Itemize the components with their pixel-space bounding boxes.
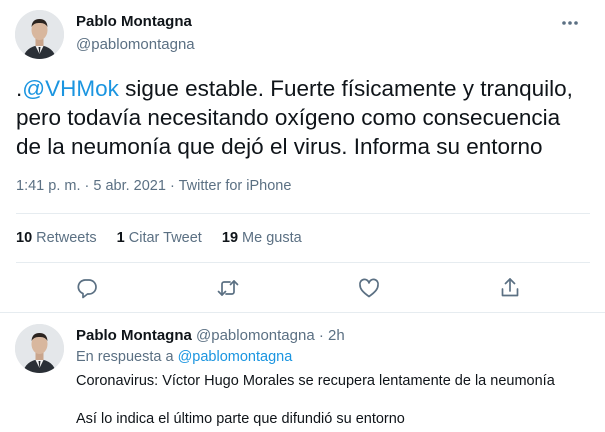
reply-context: En respuesta a @pablomontagna [76, 349, 292, 365]
avatar[interactable] [15, 10, 64, 59]
mention-link[interactable]: @VHMok [22, 76, 119, 101]
tweet-time[interactable]: 1:41 p. m. [16, 178, 80, 194]
likes-count: 19 [221, 230, 239, 246]
main-tweet: Pablo Montagna @pablomontagna .@VHMok si… [0, 0, 605, 313]
avatar[interactable] [15, 324, 64, 373]
tweet-text-line2: pero todavía necesitando oxígeno como co… [16, 105, 561, 130]
more-icon[interactable] [560, 13, 580, 33]
avatar-photo [15, 324, 64, 373]
heart-icon[interactable] [357, 276, 381, 300]
reply-icon[interactable] [75, 276, 99, 300]
author-handle[interactable]: @pablomontagna [196, 327, 315, 344]
divider [16, 213, 590, 214]
tweet-stats: 10 Retweets 1 Citar Tweet 19 Me gusta [16, 230, 318, 246]
tweet-date[interactable]: 5 abr. 2021 [93, 178, 166, 194]
tweet-age[interactable]: 2h [328, 327, 345, 344]
tweet-source[interactable]: Twitter for iPhone [179, 178, 292, 194]
author-name[interactable]: Pablo Montagna [76, 13, 192, 30]
reply-text-line2: Así lo indica el último parte que difund… [76, 411, 405, 427]
retweets-stat[interactable]: 10 Retweets [16, 230, 97, 246]
likes-stat[interactable]: 19 Me gusta [222, 230, 302, 246]
tweet-text-line1: sigue estable. Fuerte físicamente y tran… [118, 76, 573, 101]
retweets-count: 10 [16, 230, 33, 246]
author-name[interactable]: Pablo Montagna [76, 327, 192, 344]
reply-header: Pablo Montagna @pablomontagna · 2h [76, 327, 345, 344]
tweet-text-line3: de la neumonía que dejó el virus. Inform… [16, 134, 543, 159]
reply-to-link[interactable]: @pablomontagna [178, 349, 293, 365]
quotes-label: Citar Tweet [128, 230, 202, 246]
tweet-text: .@VHMok sigue estable. Fuerte físicament… [16, 74, 596, 161]
author-handle[interactable]: @pablomontagna [76, 36, 195, 53]
likes-label: Me gusta [242, 230, 302, 246]
reply-text-line1: Coronavirus: Víctor Hugo Morales se recu… [76, 373, 555, 389]
retweets-label: Retweets [36, 230, 97, 246]
reply-to-label: En respuesta a [76, 349, 174, 365]
quotes-count: 1 [116, 230, 125, 246]
header-separator: · [314, 327, 329, 344]
retweet-icon[interactable] [216, 276, 240, 300]
quotes-stat[interactable]: 1 Citar Tweet [117, 230, 202, 246]
reply-tweet[interactable]: Pablo Montagna @pablomontagna · 2h En re… [0, 314, 605, 432]
tweet-meta: 1:41 p. m. · 5 abr. 2021 · Twitter for i… [16, 178, 291, 194]
share-icon[interactable] [498, 276, 522, 300]
avatar-photo [15, 10, 64, 59]
divider [16, 262, 590, 263]
meta-separator: · [169, 178, 179, 194]
